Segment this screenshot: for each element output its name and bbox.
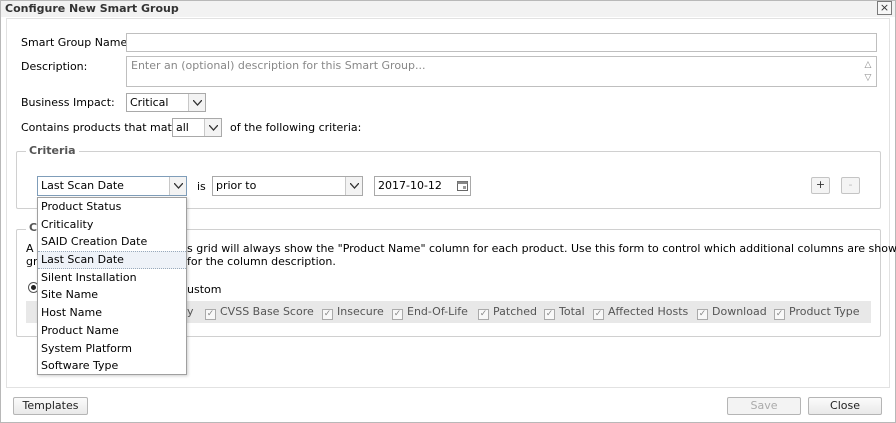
- columns-description-line1: s grid will always show the "Product Nam…: [187, 242, 896, 255]
- column-checkbox-affected-hosts[interactable]: ✓ Affected Hosts: [593, 305, 688, 320]
- criteria-legend: Criteria: [26, 144, 79, 157]
- columns-description-fragment2: gr: [26, 255, 38, 268]
- dropdown-option-last-scan-date[interactable]: Last Scan Date: [38, 251, 186, 269]
- add-criteria-button[interactable]: +: [811, 177, 830, 194]
- column-checkbox-partial[interactable]: y: [187, 305, 194, 318]
- close-button[interactable]: Close: [808, 397, 882, 415]
- business-impact-label: Business Impact:: [21, 96, 115, 109]
- checkmark-icon: ✓: [774, 309, 785, 320]
- dropdown-option-system-platform[interactable]: System Platform: [38, 340, 186, 358]
- column-checkbox-cvss[interactable]: ✓ CVSS Base Score: [205, 305, 314, 320]
- chevron-down-icon: [204, 119, 221, 136]
- criteria-field-value: Last Scan Date: [41, 179, 124, 192]
- chevron-down-icon: [169, 177, 186, 195]
- custom-radio-label: ustom: [187, 283, 222, 296]
- checkmark-icon: ✓: [478, 309, 489, 320]
- match-select[interactable]: all: [172, 118, 222, 137]
- save-button[interactable]: Save: [727, 397, 801, 415]
- criteria-field-dropdown: Product Status Criticality SAID Creation…: [37, 197, 187, 375]
- chevron-down-icon: [188, 94, 205, 111]
- checkmark-icon: ✓: [392, 309, 403, 320]
- dropdown-option-site-name[interactable]: Site Name: [38, 286, 186, 304]
- dropdown-option-host-name[interactable]: Host Name: [38, 304, 186, 322]
- chevron-down-icon: [345, 177, 362, 195]
- criteria-date-value: 2017-10-12: [378, 179, 442, 192]
- checkmark-icon: ✓: [544, 309, 555, 320]
- close-icon[interactable]: ×: [877, 1, 892, 15]
- description-label: Description:: [21, 60, 88, 73]
- column-checkbox-patched[interactable]: ✓ Patched: [478, 305, 537, 320]
- dropdown-option-product-status[interactable]: Product Status: [38, 198, 186, 216]
- smart-group-name-field[interactable]: [126, 33, 877, 52]
- criteria-operator-text: is: [197, 180, 206, 193]
- checkmark-icon: ✓: [322, 309, 333, 320]
- column-checkbox-product-type[interactable]: ✓ Product Type: [774, 305, 860, 320]
- checkmark-icon: ✓: [593, 309, 604, 320]
- match-prefix-text: Contains products that match: [21, 121, 185, 134]
- columns-description-fragment: A: [26, 242, 34, 255]
- business-impact-select[interactable]: Critical: [126, 93, 206, 112]
- description-field[interactable]: Enter an (optional) description for this…: [126, 56, 877, 87]
- match-suffix-text: of the following criteria:: [230, 121, 362, 134]
- dropdown-option-product-name[interactable]: Product Name: [38, 322, 186, 340]
- checkmark-icon: ✓: [697, 309, 708, 320]
- templates-button[interactable]: Templates: [13, 397, 88, 415]
- dropdown-option-software-type[interactable]: Software Type: [38, 357, 186, 375]
- scroll-up-icon[interactable]: △: [862, 59, 874, 71]
- remove-criteria-button[interactable]: -: [841, 177, 860, 194]
- dropdown-option-said-creation-date[interactable]: SAID Creation Date: [38, 233, 186, 251]
- description-placeholder: Enter an (optional) description for this…: [131, 59, 426, 72]
- dialog-titlebar: Configure New Smart Group ×: [1, 1, 895, 17]
- column-checkbox-eol[interactable]: ✓ End-Of-Life: [392, 305, 468, 320]
- criteria-field-select[interactable]: Last Scan Date: [37, 176, 187, 196]
- dropdown-option-criticality[interactable]: Criticality: [38, 216, 186, 234]
- checkmark-icon: ✓: [205, 309, 216, 320]
- business-impact-value: Critical: [130, 96, 169, 109]
- match-value: all: [176, 121, 189, 134]
- criteria-condition-select[interactable]: prior to: [212, 176, 363, 196]
- dialog-title: Configure New Smart Group: [5, 2, 179, 15]
- calendar-icon[interactable]: [455, 177, 470, 195]
- scroll-down-icon[interactable]: ▽: [862, 72, 874, 84]
- column-checkbox-total[interactable]: ✓ Total: [544, 305, 585, 320]
- columns-description-line2: for the column description.: [187, 255, 336, 268]
- dropdown-option-silent-installation[interactable]: Silent Installation: [38, 269, 186, 287]
- criteria-date-field[interactable]: 2017-10-12: [374, 176, 471, 196]
- column-checkbox-insecure[interactable]: ✓ Insecure: [322, 305, 384, 320]
- criteria-condition-value: prior to: [216, 179, 257, 192]
- smart-group-name-label: Smart Group Name:: [21, 36, 131, 49]
- column-checkbox-download[interactable]: ✓ Download: [697, 305, 767, 320]
- smart-group-dialog: Configure New Smart Group × Smart Group …: [0, 0, 896, 423]
